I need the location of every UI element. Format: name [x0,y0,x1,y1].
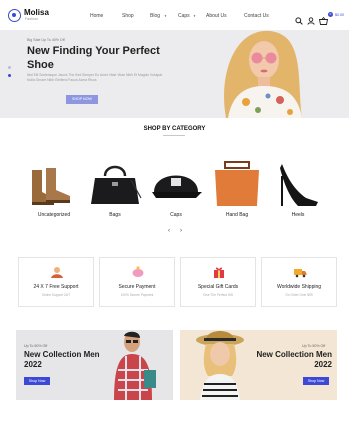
category-card-caps[interactable]: Caps [146,158,206,220]
feature-card-payment: Secure Payment 100% Secure Payment [99,257,175,307]
gift-box-icon [214,267,224,278]
banner-subtitle: Up To 50% Off [302,344,326,348]
banner-title: New Collection Men 2022 [24,350,100,369]
support-person-icon [51,267,63,278]
cart-count-badge: 0 [328,12,333,17]
banner-shop-now-button[interactable]: Shop Now [24,377,50,385]
slider-dots [8,66,11,82]
category-label[interactable]: Caps [146,212,206,218]
banner-shop-now-button[interactable]: Shop Now [303,377,329,385]
category-card-heels[interactable]: Heels [268,158,328,220]
category-card-uncategorized[interactable]: Uncategorized [24,158,84,220]
feature-card-gift: Special Gift Cards Give The Perfect Gift [180,257,256,307]
slider-dot[interactable] [8,66,11,69]
category-card-bags[interactable]: Bags [85,158,145,220]
piggy-bank-icon [132,266,144,277]
nav-item-home[interactable]: Home [90,13,103,19]
feature-card-support: 24 X 7 Free Support Online Support 24/7 [18,257,94,307]
user-icon[interactable] [307,12,315,30]
nav-item-shop[interactable]: Shop [122,13,134,19]
carousel-next-arrow[interactable]: › [180,228,182,234]
nav-item-contact[interactable]: Contact Us [244,13,269,19]
slider-dot-active[interactable] [8,74,11,77]
delivery-truck-icon [294,269,307,278]
feature-title: Special Gift Cards [197,284,239,290]
hero-shop-now-button[interactable]: SHOP NOW [66,95,98,104]
chevron-down-icon: ▼ [193,14,196,18]
hero-description: Nisl Elit Scelerisque Jacuis The Sed Sem… [27,73,163,82]
feature-title: 24 X 7 Free Support [33,284,79,290]
category-label[interactable]: Bags [85,212,145,218]
hero-subtitle: Big Sale Up To 40% Off [27,38,65,42]
search-icon[interactable] [295,12,303,30]
banner-woman-image [196,331,244,400]
nav-item-about[interactable]: About Us [206,13,227,19]
title-underline [163,135,185,136]
feature-subtitle: 100% Secure Payment [120,293,154,297]
chevron-down-icon: ▼ [164,14,167,18]
orange-bag-image [215,161,259,206]
feature-title: Secure Payment [118,284,156,290]
category-section-title: SHOP BY CATEGORY [143,126,206,132]
brand-name[interactable]: Molisa [24,8,49,17]
black-bag-image [91,165,142,204]
promo-banner-women[interactable]: Up To 50% Off New Collection Men 2022 Sh… [180,330,337,400]
main-nav: Home Shop Blog ▼ Caps ▼ About Us Contact… [90,13,280,21]
logo-icon[interactable] [8,9,21,22]
feature-subtitle: On Order Over $99 [285,293,313,297]
banner-man-image [114,331,156,400]
nav-item-caps[interactable]: Caps [178,13,190,19]
feature-card-shipping: Worldwide Shipping On Order Over $99 [261,257,337,307]
black-cap-image [152,175,202,198]
feature-title: Worldwide Shipping [276,284,322,290]
promo-banner-men[interactable]: Up To 50% Off New Collection Men 2022 Sh… [16,330,173,400]
banner-title: New Collection Men 2022 [256,350,332,369]
hero-title: New Finding Your Perfect Shoe [27,45,160,71]
nav-item-blog[interactable]: Blog [150,13,160,19]
carousel-prev-arrow[interactable]: ‹ [168,228,170,234]
site-header: Molisa Fashion Home Shop Blog ▼ Caps ▼ A… [0,0,349,30]
feature-subtitle: Give The Perfect Gift [203,293,233,297]
category-label[interactable]: Uncategorized [24,212,84,218]
heels-image [280,164,318,206]
cart-icon[interactable] [318,12,329,30]
cart-total[interactable]: $0.00 [335,13,344,17]
feature-subtitle: Online Support 24/7 [41,293,71,297]
banner-subtitle: Up To 50% Off [24,344,48,348]
hero-slider: Big Sale Up To 40% Off New Finding Your … [0,30,349,118]
category-card-hand-bag[interactable]: Hand Bag [207,158,267,220]
hero-model-image [198,30,349,118]
category-label[interactable]: Heels [268,212,328,218]
brand-tagline: Fashion [25,17,39,21]
category-label[interactable]: Hand Bag [207,212,267,218]
boots-image [32,168,70,205]
